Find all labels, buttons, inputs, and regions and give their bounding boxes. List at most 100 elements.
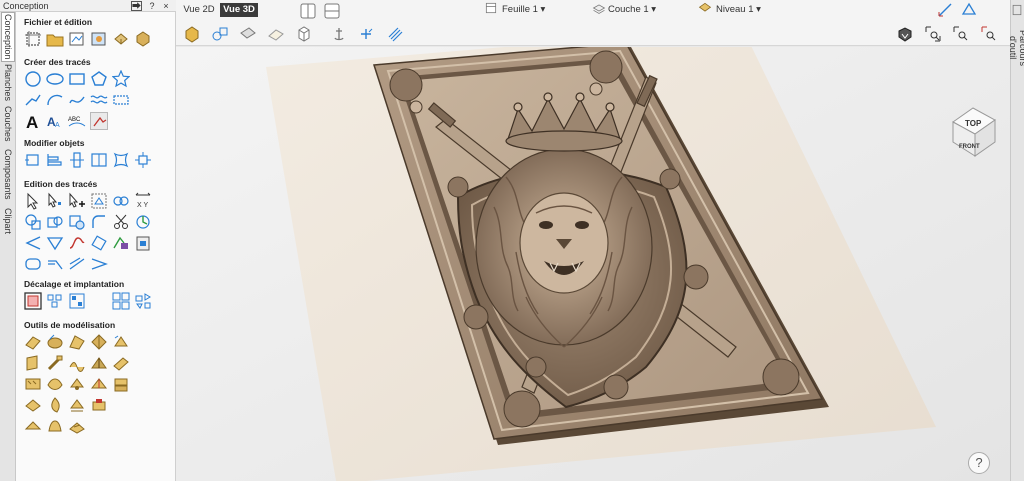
axes-icon[interactable]: [936, 1, 954, 19]
smart-smooth-icon[interactable]: [46, 234, 64, 252]
fit-to-curve-icon[interactable]: [46, 292, 64, 310]
two-rail-icon[interactable]: [90, 333, 108, 351]
sheet-selector[interactable]: Feuille 1 ▾: [502, 3, 545, 17]
create-bitmap-icon[interactable]: [112, 234, 130, 252]
create-from-bitmap-icon[interactable]: [24, 354, 42, 372]
show-material-icon[interactable]: [295, 25, 313, 43]
auto-nesting-icon[interactable]: [134, 292, 152, 310]
sculpt-icon[interactable]: [46, 354, 64, 372]
zoom-extents-icon[interactable]: [924, 25, 942, 43]
zoom-box-icon[interactable]: [980, 25, 998, 43]
weld-vectors-icon[interactable]: [112, 192, 130, 210]
node-edit-icon[interactable]: [46, 192, 64, 210]
layout-array-icon[interactable]: [112, 292, 130, 310]
spline-icon[interactable]: [68, 234, 86, 252]
help-button[interactable]: ?: [968, 452, 990, 474]
add-node-icon[interactable]: [68, 192, 86, 210]
flame-model-icon[interactable]: [46, 396, 64, 414]
distort-object-icon[interactable]: [112, 151, 130, 169]
show-components-icon[interactable]: [211, 25, 229, 43]
shape-editor-icon[interactable]: [24, 333, 42, 351]
wave-tool-icon[interactable]: [90, 91, 108, 109]
nesting-icon[interactable]: [68, 292, 86, 310]
vector-texture-icon[interactable]: [68, 417, 86, 435]
text-tool-icon[interactable]: A: [24, 112, 42, 130]
bake-merge-icon[interactable]: [24, 396, 42, 414]
panel-help-button[interactable]: ?: [146, 0, 158, 12]
panel-close-button[interactable]: ×: [160, 0, 172, 12]
pin-icon[interactable]: ⮕: [131, 1, 142, 11]
move-object-icon[interactable]: [24, 151, 42, 169]
curve-fit-icon[interactable]: [24, 234, 42, 252]
level-selector[interactable]: Niveau 1 ▾: [716, 3, 761, 17]
ellipse-tool-icon[interactable]: [46, 70, 64, 88]
pin-right-icon[interactable]: [1010, 3, 1024, 17]
select-pointer-icon[interactable]: [24, 192, 42, 210]
tilt-icon[interactable]: [112, 354, 130, 372]
close-vectors-icon[interactable]: [134, 213, 152, 231]
wrap-icon[interactable]: [68, 375, 86, 393]
array-copy-icon[interactable]: [134, 151, 152, 169]
star-tool-icon[interactable]: [112, 70, 130, 88]
tab-view-3d[interactable]: Vue 3D: [220, 3, 258, 17]
circle-tool-icon[interactable]: [24, 70, 42, 88]
sharpen-icon[interactable]: [960, 1, 978, 19]
view-cube[interactable]: TOP FRONT: [943, 102, 1001, 160]
trace-bitmap-icon[interactable]: [90, 112, 108, 130]
align-objects-icon[interactable]: [46, 151, 64, 169]
transform-bbox-icon[interactable]: [90, 192, 108, 210]
anchor-icon[interactable]: [330, 25, 348, 43]
polygon-tool-icon[interactable]: [90, 70, 108, 88]
curve-tool-icon[interactable]: [68, 91, 86, 109]
tab-clipart[interactable]: Clipart: [1, 204, 15, 238]
split-view-vertical-icon[interactable]: [299, 2, 317, 20]
show-model-icon[interactable]: [183, 25, 201, 43]
fade-icon[interactable]: [90, 354, 108, 372]
clipboard-icon[interactable]: [134, 234, 152, 252]
model-bitmap-icon[interactable]: [134, 30, 152, 48]
show-sheet-icon[interactable]: [267, 25, 285, 43]
subtract-vectors-icon[interactable]: [46, 213, 64, 231]
show-origin-icon[interactable]: [358, 25, 376, 43]
center-objects-icon[interactable]: [68, 151, 86, 169]
create-shape-icon[interactable]: [46, 333, 64, 351]
shading-icon[interactable]: [896, 25, 914, 43]
show-bitmap-icon[interactable]: [239, 25, 257, 43]
scissors-icon[interactable]: [112, 213, 130, 231]
tab-conception[interactable]: Conception: [1, 12, 15, 62]
job-setup-icon[interactable]: [24, 30, 42, 48]
offset-model-icon[interactable]: [24, 417, 42, 435]
dimension-tool-icon[interactable]: [112, 91, 130, 109]
show-toolpath-icon[interactable]: [386, 25, 404, 43]
extend-vector-icon[interactable]: [90, 234, 108, 252]
arc-tool-icon[interactable]: [46, 91, 64, 109]
tab-composants[interactable]: Composants: [1, 146, 15, 202]
add-texture-icon[interactable]: [24, 375, 42, 393]
spin-icon[interactable]: [112, 333, 130, 351]
zoom-in-icon[interactable]: [952, 25, 970, 43]
offset-line-icon[interactable]: [46, 255, 64, 273]
line-tool-icon[interactable]: [24, 91, 42, 109]
tab-toolpaths[interactable]: Parcours d'outil: [1008, 18, 1024, 78]
scale-objects-icon[interactable]: [90, 151, 108, 169]
normalize-icon[interactable]: [68, 396, 86, 414]
rounded-rect-icon[interactable]: [24, 255, 42, 273]
auto-layout-text-icon[interactable]: AA: [46, 112, 64, 130]
join-vectors-icon[interactable]: [24, 213, 42, 231]
emboss-icon[interactable]: [46, 417, 64, 435]
import-component-icon[interactable]: [112, 30, 130, 48]
text-on-curve-icon[interactable]: ABC: [68, 112, 86, 130]
reset-zero-icon[interactable]: [90, 396, 108, 414]
arc-convert-icon[interactable]: [90, 255, 108, 273]
slice-model-icon[interactable]: [112, 375, 130, 393]
split-view-horizontal-icon[interactable]: [323, 2, 341, 20]
import-image-icon[interactable]: [90, 30, 108, 48]
3d-viewport[interactable]: TOP FRONT ?: [176, 47, 1010, 481]
distort-model-icon[interactable]: [46, 375, 64, 393]
mirror-xy-icon[interactable]: X Y: [134, 192, 152, 210]
rectangle-tool-icon[interactable]: [68, 70, 86, 88]
tab-planches[interactable]: Planches: [1, 64, 15, 102]
offset-vector-icon[interactable]: [24, 292, 42, 310]
tab-couches[interactable]: Couches: [1, 104, 15, 144]
import-vectors-icon[interactable]: [68, 30, 86, 48]
